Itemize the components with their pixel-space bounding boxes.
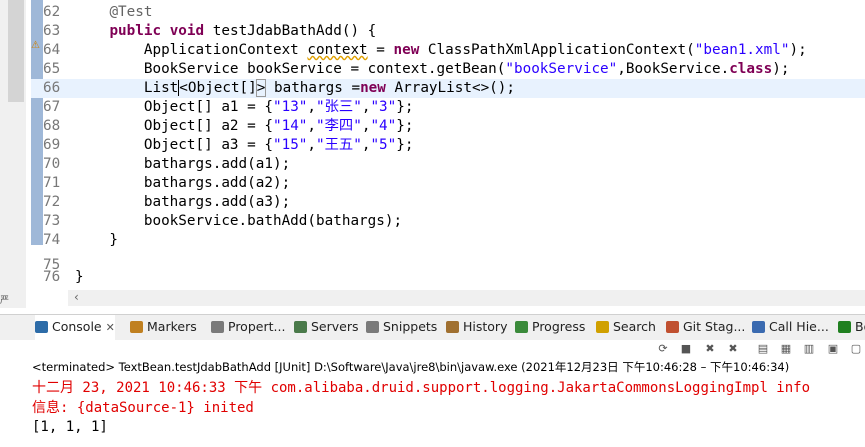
close-icon[interactable]: ✕	[106, 321, 115, 334]
code-line[interactable]: 76}	[31, 268, 865, 287]
console-output-line: 十二月 23, 2021 10:46:33 下午 com.alibaba.dru…	[32, 380, 811, 396]
call-hierarchy-icon	[752, 321, 765, 333]
line-number: 65	[43, 61, 61, 77]
code-text[interactable]: BookService bookService = context.getBea…	[75, 60, 790, 79]
open-console-icon[interactable]: ▢	[848, 341, 864, 357]
line-number: 66	[43, 80, 61, 96]
code-text[interactable]: }	[75, 231, 118, 250]
markers-icon	[130, 321, 143, 333]
code-text[interactable]: bathargs.add(a3);	[75, 193, 290, 212]
code-text[interactable]: Object[] a2 = {"14","李四","4"};	[75, 117, 414, 136]
code-line[interactable]: 74 }	[31, 231, 865, 250]
tab-history[interactable]: History	[446, 315, 507, 341]
code-line[interactable]: 69 Object[] a3 = {"15","王五","5"};	[31, 136, 865, 155]
tab-label: Console	[52, 319, 102, 334]
code-text[interactable]: Object[] a1 = {"13","张三","3"};	[75, 98, 414, 117]
code-line[interactable]: 68 Object[] a2 = {"14","李四","4"};	[31, 117, 865, 136]
warning-icon[interactable]: ⚠	[31, 40, 40, 51]
code-text[interactable]: ApplicationContext context = new ClassPa…	[75, 41, 807, 60]
left-stub-text: 严	[0, 296, 10, 306]
console-toolbar: ⟳ ■ ✖ ✖ ▤ ▦ ▥ ▣ ▢	[0, 340, 865, 358]
stop-icon[interactable]: ■	[678, 341, 694, 357]
tab-progress[interactable]: Progress	[515, 315, 585, 341]
console-output-line: 信息: {dataSource-1} inited	[32, 400, 254, 416]
code-line[interactable]: 71 bathargs.add(a2);	[31, 174, 865, 193]
code-text[interactable]: bookService.bathAdd(bathargs);	[75, 212, 402, 231]
tab-console[interactable]: Console ✕	[35, 315, 115, 341]
code-line[interactable]: 66 List<Object[]> bathargs =new ArrayLis…	[31, 79, 865, 98]
clear-console-icon[interactable]: ▤	[755, 341, 771, 357]
code-text[interactable]: Object[] a3 = {"15","王五","5"};	[75, 136, 414, 155]
properties-icon	[211, 321, 224, 333]
line-number: 62	[43, 4, 61, 20]
horizontal-scrollbar[interactable]: ‹	[68, 290, 865, 306]
console-status-line: <terminated> TextBean.testJdabBathAdd [J…	[32, 360, 790, 374]
scroll-left-icon[interactable]: ‹	[74, 290, 79, 304]
snippets-icon	[366, 321, 379, 333]
line-number: 71	[43, 175, 61, 191]
console-output-line: [1, 1, 1]	[32, 419, 108, 435]
tab-servers[interactable]: Servers	[294, 315, 359, 341]
git-staging-icon	[666, 321, 679, 333]
line-number: 64	[43, 42, 61, 58]
tab-label: Progress	[532, 319, 586, 334]
line-number: 73	[43, 213, 61, 229]
display-selected-console-icon[interactable]: ▣	[825, 341, 841, 357]
line-number: 72	[43, 194, 61, 210]
code-text[interactable]: @Test	[75, 3, 152, 22]
tab-label: Servers	[311, 319, 359, 334]
bookmarks-icon	[838, 321, 851, 333]
tab-bo[interactable]: Bo	[838, 315, 865, 341]
tab-label: Markers	[147, 319, 197, 334]
servers-icon	[294, 321, 307, 333]
view-tab-bar: Console ✕ Markers Propert... Servers Snippets…	[0, 314, 865, 341]
code-line[interactable]: 70 bathargs.add(a1);	[31, 155, 865, 174]
code-line[interactable]: 72 bathargs.add(a3);	[31, 193, 865, 212]
line-number: 74	[43, 232, 61, 248]
console-icon	[35, 321, 48, 333]
code-text[interactable]: }	[75, 268, 84, 287]
code-line[interactable]: 62 @Test	[31, 3, 865, 22]
line-number: 67	[43, 99, 61, 115]
code-text[interactable]: bathargs.add(a2);	[75, 174, 290, 193]
remove-all-icon[interactable]: ✖	[725, 341, 741, 357]
line-number: 68	[43, 118, 61, 134]
history-icon	[446, 321, 459, 333]
tab-search[interactable]: Search	[596, 315, 656, 341]
tab-call-hie[interactable]: Call Hie...	[752, 315, 829, 341]
tab-label: Call Hie...	[769, 319, 829, 334]
code-line[interactable]: 73 bookService.bathAdd(bathargs);	[31, 212, 865, 231]
code-line[interactable]: 65 BookService bookService = context.get…	[31, 60, 865, 79]
tab-label: Git Stag...	[683, 319, 746, 334]
code-text[interactable]: bathargs.add(a1);	[75, 155, 290, 174]
word-wrap-icon[interactable]: ▥	[801, 341, 817, 357]
line-number: 76	[43, 269, 61, 285]
line-number: 63	[43, 23, 61, 39]
tab-git-stag[interactable]: Git Stag...	[666, 315, 745, 341]
code-line[interactable]: 67 Object[] a1 = {"13","张三","3"};	[31, 98, 865, 117]
progress-icon	[515, 321, 528, 333]
tab-label: Snippets	[383, 319, 438, 334]
code-text[interactable]: List<Object[]> bathargs =new ArrayList<>…	[75, 79, 515, 98]
line-number: 70	[43, 156, 61, 172]
tab-markers[interactable]: Markers	[130, 315, 197, 341]
code-line[interactable]: 63 public void testJdabBathAdd() {	[31, 22, 865, 41]
code-line[interactable]: 64 ApplicationContext context = new Clas…	[31, 41, 865, 60]
scroll-lock-icon[interactable]: ▦	[778, 341, 794, 357]
code-text[interactable]: public void testJdabBathAdd() {	[75, 22, 376, 41]
left-scrollbar-thumb[interactable]	[8, 0, 24, 102]
code-editor[interactable]: 严 62 @Test 63 public void testJdabBathAdd…	[0, 0, 865, 308]
tab-snippets[interactable]: Snippets	[366, 315, 437, 341]
line-number: 69	[43, 137, 61, 153]
tab-label: Propert...	[228, 319, 286, 334]
tab-label: Search	[613, 319, 656, 334]
remove-launch-icon[interactable]: ✖	[702, 341, 718, 357]
search-icon	[596, 321, 609, 333]
tab-label: History	[463, 319, 508, 334]
tab-propert[interactable]: Propert...	[211, 315, 285, 341]
tab-label: Bo	[855, 319, 865, 334]
pin-console-icon[interactable]: ⟳	[655, 341, 671, 357]
